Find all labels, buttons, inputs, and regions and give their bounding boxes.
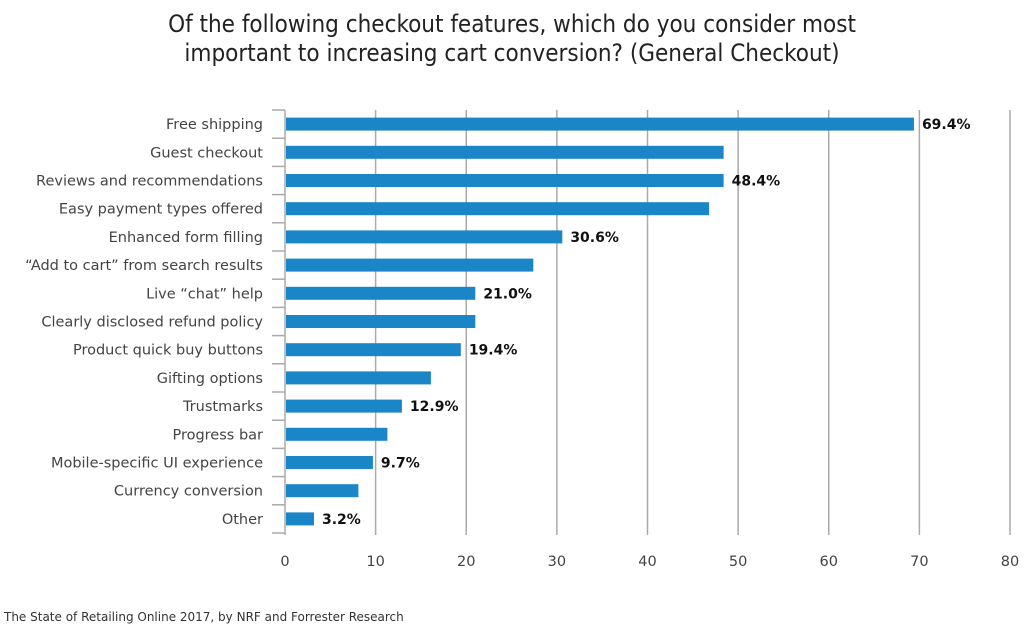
- category-label: Easy payment types offered: [59, 202, 263, 218]
- category-label: Reviews and recommendations: [36, 174, 263, 190]
- bar: [286, 427, 388, 441]
- bar: [286, 286, 476, 300]
- x-axis-tick-labels: 0 10 20 30 40 50 60 70 80: [280, 554, 1019, 570]
- x-tick-label: 0: [280, 554, 289, 570]
- bar: [286, 371, 431, 385]
- x-tick-label: 80: [1001, 554, 1019, 570]
- bar-chart: Free shipping Guest checkout Reviews and r…: [25, 109, 1019, 570]
- bar: [286, 202, 710, 216]
- bar: [286, 399, 402, 413]
- bar: [286, 230, 563, 244]
- bar: [286, 343, 461, 357]
- bar: [286, 484, 359, 498]
- bar: [286, 258, 534, 272]
- x-tick-label: 20: [457, 554, 475, 570]
- category-label: Trustmarks: [182, 399, 263, 415]
- x-tick-label: 60: [820, 554, 838, 570]
- category-label: Clearly disclosed refund policy: [41, 315, 263, 331]
- category-label: Guest checkout: [150, 145, 263, 161]
- category-label: Progress bar: [172, 427, 263, 443]
- source-note: The State of Retailing Online 2017, by N…: [4, 610, 404, 624]
- bar: [286, 456, 373, 469]
- data-label: 9.7%: [381, 456, 420, 472]
- data-label: 3.2%: [322, 512, 361, 528]
- category-label: Other: [222, 512, 263, 528]
- bar: [286, 315, 476, 328]
- category-label: Free shipping: [166, 117, 263, 133]
- data-label: 12.9%: [410, 399, 459, 415]
- data-label: 69.4%: [922, 117, 971, 133]
- x-tick-label: 50: [729, 554, 747, 570]
- category-label: Currency conversion: [114, 484, 263, 500]
- category-label: Gifting options: [157, 371, 263, 387]
- bar: [286, 512, 314, 526]
- data-label: 21.0%: [483, 286, 532, 302]
- data-label: 30.6%: [570, 230, 619, 246]
- category-labels: Free shipping Guest checkout Reviews and r…: [25, 117, 263, 528]
- y-axis: [272, 109, 286, 535]
- category-label: Product quick buy buttons: [73, 343, 263, 359]
- category-label: Live “chat” help: [146, 286, 263, 302]
- x-tick-label: 10: [366, 554, 384, 570]
- category-label: “Add to cart” from search results: [25, 258, 263, 274]
- x-tick-label: 30: [548, 554, 566, 570]
- data-label: 19.4%: [469, 343, 518, 359]
- category-label: Enhanced form filling: [109, 230, 263, 246]
- x-tick-label: 70: [910, 554, 928, 570]
- x-tick-label: 40: [638, 554, 656, 570]
- bar: [286, 117, 914, 131]
- category-label: Mobile-specific UI experience: [51, 456, 263, 472]
- bar: [286, 145, 724, 159]
- bar: [286, 174, 724, 187]
- data-label: 48.4%: [732, 174, 781, 190]
